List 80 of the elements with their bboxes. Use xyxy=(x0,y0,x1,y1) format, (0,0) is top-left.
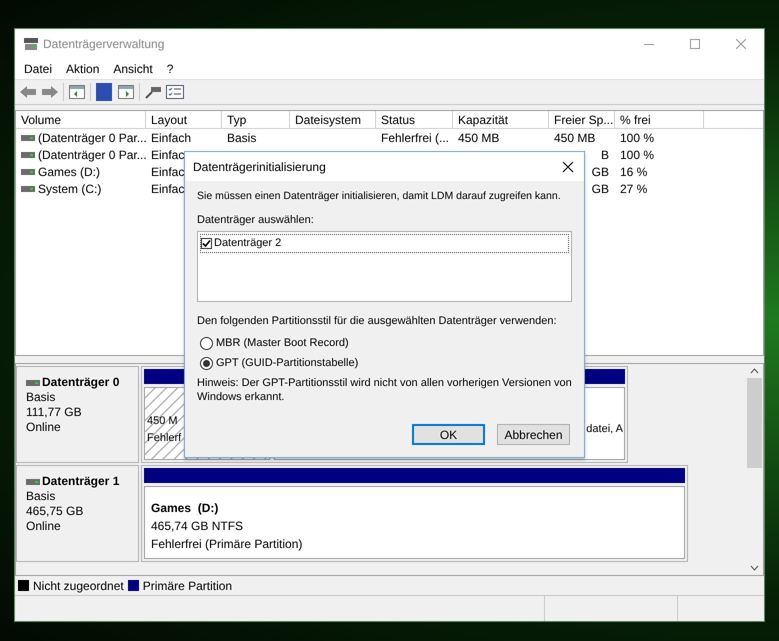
radio-label: GPT (GUID-Partitionstabelle) xyxy=(216,356,358,372)
drive-icon xyxy=(21,168,35,174)
menu-item[interactable]: Datei xyxy=(17,60,60,78)
maximize-icon xyxy=(690,38,700,48)
intro-text: Sie müssen einen Datenträger initialisieren, damit LDM darauf zugreifen kann. xyxy=(197,189,562,204)
table-cell-text: System (C:) xyxy=(38,180,102,197)
drive-icon xyxy=(21,152,35,158)
column-header[interactable]: Kapazität xyxy=(453,111,549,128)
select-label: Datenträger auswählen: xyxy=(197,212,315,228)
table-cell-text: Basis xyxy=(227,130,256,146)
disk-name: Datenträger 0 xyxy=(42,375,120,390)
menu-item[interactable]: Ansicht xyxy=(106,60,160,78)
radio-button[interactable] xyxy=(200,357,213,370)
table-cell-text: 100 % xyxy=(620,130,654,146)
disk-list[interactable]: Datenträger 2 xyxy=(197,231,572,302)
column-header[interactable]: Volume xyxy=(16,111,146,128)
table-cell-text: GB xyxy=(592,164,609,180)
disk-label-panel[interactable]: Datenträger 1 Basis 465,75 GB Online xyxy=(16,465,139,562)
partition-info: 465,74 GB NTFS xyxy=(151,518,244,535)
disk-status: Online xyxy=(26,519,62,534)
disk-size: 111,77 GB xyxy=(26,405,83,420)
disk-size: 465,75 GB xyxy=(26,504,84,519)
disk-name: Datenträger 1 xyxy=(42,474,120,489)
table-cell-text: B xyxy=(600,146,609,163)
disk-type: Basis xyxy=(26,489,56,504)
checkbox[interactable] xyxy=(201,238,212,249)
table-cell-text: Games (D:) xyxy=(38,164,100,180)
table-cell-text: 450 MB xyxy=(554,130,596,146)
drive-icon xyxy=(21,186,35,192)
table-cell-text: 27 % xyxy=(620,180,648,197)
partition-info: Fehlerf xyxy=(147,430,182,446)
window-title: Datenträgerverwaltung xyxy=(43,36,164,52)
menu-item[interactable]: ? xyxy=(160,60,180,78)
panel-icon[interactable] xyxy=(66,82,88,102)
radio-button[interactable] xyxy=(200,336,213,350)
legend-label: Primäre Partition xyxy=(142,578,232,594)
help-icon[interactable] xyxy=(93,82,115,102)
close-icon xyxy=(736,38,746,48)
partition-title: Games (D:) xyxy=(151,500,220,517)
partition-info: datei, A xyxy=(586,422,623,438)
table-cell-text: Einfac xyxy=(151,164,184,180)
drive-icon xyxy=(26,478,40,484)
table-cell-text: 16 % xyxy=(620,164,648,180)
table-cell-text: GB xyxy=(592,180,609,197)
dialog-button[interactable]: OK xyxy=(412,424,485,445)
table-cell-text: (Datenträger 0 Par... xyxy=(38,146,146,163)
table-cell-text: (Datenträger 0 Par... xyxy=(38,130,146,146)
checklist-icon[interactable] xyxy=(164,82,186,102)
table-cell-text: Einfach xyxy=(151,130,192,146)
column-header[interactable]: Typ xyxy=(222,111,290,128)
drive-icon xyxy=(26,380,40,386)
disk-status: Online xyxy=(26,420,62,435)
partition-info: Fehlerfrei (Primäre Partition) xyxy=(151,536,304,553)
partition-info: 450 M xyxy=(147,414,179,429)
app-icon xyxy=(23,36,39,50)
disk-label-panel[interactable]: Datenträger 0 Basis 111,77 GB Online xyxy=(16,366,139,463)
dialog-title: Datenträgerinitialisierung xyxy=(193,158,327,176)
menu-item[interactable]: Aktion xyxy=(59,60,106,78)
column-header[interactable]: % frei xyxy=(615,111,704,128)
radio-label: MBR (Master Boot Record) xyxy=(216,336,349,351)
disk-list-label: Datenträger 2 xyxy=(214,236,282,252)
disk-type: Basis xyxy=(26,390,56,405)
disk-list-item[interactable]: Datenträger 2 xyxy=(200,234,569,253)
panel-icon[interactable] xyxy=(115,82,137,102)
drive-icon xyxy=(21,134,35,140)
column-header[interactable]: Layout xyxy=(146,111,222,128)
table-cell-text: 100 % xyxy=(620,146,654,163)
legend-label: Nicht zugeordnet xyxy=(33,578,124,594)
column-header[interactable]: Dateisystem xyxy=(290,111,376,128)
dialog-button[interactable]: Abbrechen xyxy=(497,424,570,445)
column-header[interactable]: Status xyxy=(376,111,453,128)
note-text: Hinweis: Der GPT-Partitionsstil wird nicht von allen vorherigen Versionen von Windows erkannt. xyxy=(197,376,572,404)
column-header[interactable]: Freier Sp... xyxy=(549,111,615,128)
close-icon xyxy=(562,160,574,172)
style-label: Den folgenden Partitionsstil für die ausgewählten Datenträger verwenden: xyxy=(197,314,558,330)
table-cell-text: Einfac xyxy=(151,180,184,197)
partition-block[interactable]: Games (D:) 465,74 GB NTFS Fehlerfrei (Primäre Partition) xyxy=(144,486,685,559)
table-cell-text: 450 MB xyxy=(458,130,500,146)
table-cell-text: Fehlerfrei (... xyxy=(381,130,450,146)
table-cell-text: Einfac xyxy=(151,146,184,163)
